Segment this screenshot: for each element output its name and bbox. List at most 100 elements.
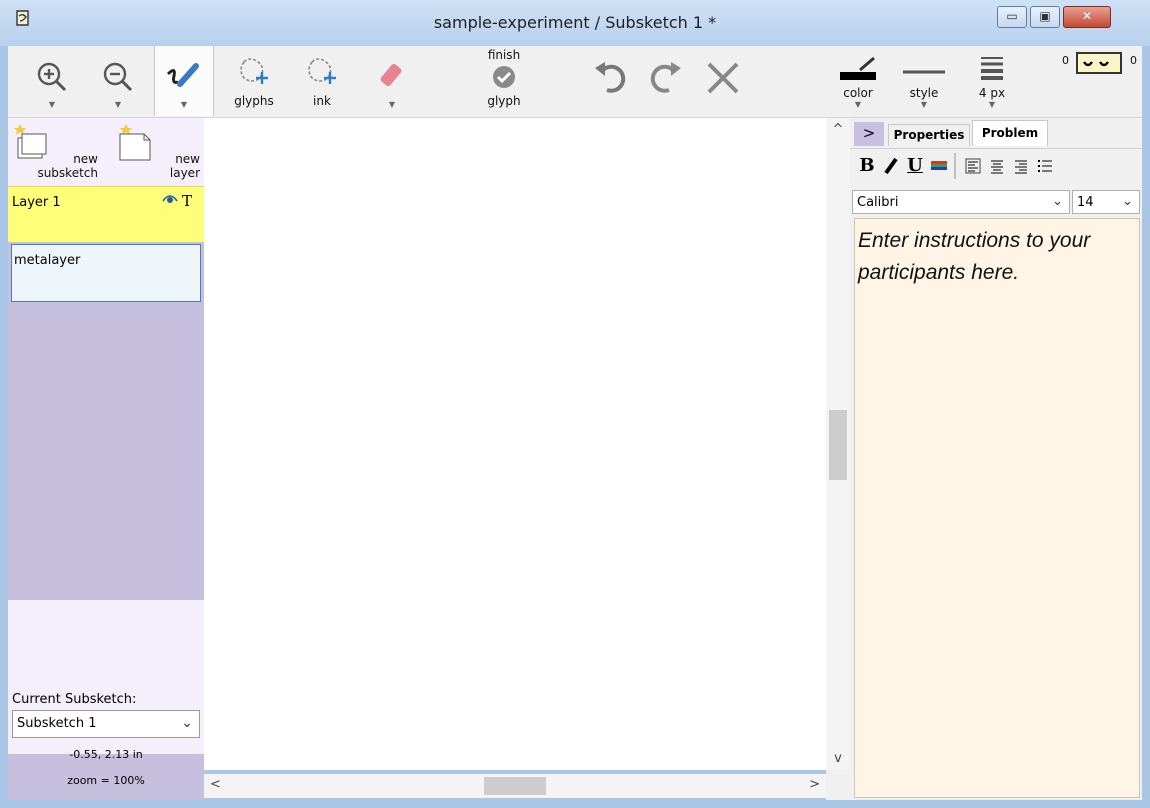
color-label: color — [843, 86, 873, 100]
eraser-icon — [380, 63, 402, 87]
scroll-thumb[interactable] — [484, 777, 546, 795]
title-bar: sample-experiment / Subsketch 1 * ▭ ▣ ✕ — [0, 0, 1150, 46]
glyph-add-icon — [240, 58, 268, 84]
scroll-thumb[interactable] — [829, 410, 847, 480]
underline-button[interactable]: U — [904, 153, 926, 179]
minimize-button[interactable]: ▭ — [997, 6, 1027, 28]
undo-button[interactable] — [586, 46, 636, 116]
layer-name: metalayer — [14, 253, 81, 268]
align-right-button[interactable] — [1010, 153, 1032, 179]
line-style-icon — [903, 70, 945, 74]
color-button[interactable]: color ▼ — [834, 46, 882, 116]
current-subsketch-select[interactable]: Subsketch 1 ⌄ — [12, 710, 200, 738]
new-subsketch-button[interactable]: new subsketch — [10, 122, 100, 182]
close-button[interactable]: ✕ — [1063, 6, 1111, 28]
line-width-icon — [981, 57, 1003, 80]
chevron-down-icon: ▼ — [920, 100, 928, 109]
scroll-down-icon[interactable]: v — [826, 751, 850, 766]
chevron-down-icon: ▼ — [388, 100, 396, 109]
chevron-down-icon: ⌄ — [1052, 194, 1063, 209]
dash-style-icon — [1083, 61, 1109, 67]
zoom-out-button[interactable]: ▼ — [94, 46, 142, 116]
line-width-label: 4 px — [978, 86, 1006, 100]
ink-add-icon — [308, 58, 336, 84]
new-layer-button[interactable]: new layer — [116, 122, 202, 182]
chevron-down-icon: ⌄ — [1122, 194, 1133, 209]
style-label: style — [909, 86, 939, 100]
tab-properties[interactable]: Properties — [888, 124, 970, 146]
font-size-value: 14 — [1077, 195, 1094, 210]
font-family-select[interactable]: Calibri ⌄ — [852, 190, 1070, 214]
redo-button[interactable] — [640, 46, 690, 116]
align-center-button[interactable] — [986, 153, 1008, 179]
current-subsketch-value: Subsketch 1 — [17, 716, 97, 731]
layer-actions: new subsketch new layer — [8, 118, 204, 186]
eraser-button[interactable]: ▼ — [366, 46, 418, 116]
main-toolbar: ▼ ▼ ▼ glyphs ink ▼ finish glyph color ▼ … — [8, 46, 1142, 118]
problem-text-editor[interactable]: Enter instructions to your participants … — [854, 218, 1140, 798]
vertical-scrollbar[interactable]: ^ v — [826, 118, 850, 770]
italic-button[interactable] — [880, 153, 902, 179]
new-layer-icon — [119, 124, 151, 161]
pen-icon — [166, 63, 199, 87]
scroll-corner — [826, 770, 850, 800]
align-left-button[interactable] — [962, 153, 984, 179]
current-subsketch-label: Current Subsketch: — [12, 692, 137, 707]
scroll-left-icon[interactable]: < — [210, 777, 221, 792]
text-color-button[interactable] — [928, 153, 950, 179]
delete-button[interactable] — [698, 46, 748, 116]
finish-glyph-button[interactable]: finish glyph — [476, 46, 532, 116]
chevron-down-icon: ⌄ — [181, 715, 193, 731]
stroke-min-value: 0 — [1062, 54, 1069, 67]
layer-row-layer-1[interactable]: Layer 1 T — [8, 186, 204, 242]
style-button[interactable]: style ▼ — [894, 46, 954, 116]
chevron-down-icon: ▼ — [854, 100, 862, 109]
new-subsketch-line1: new — [73, 152, 98, 166]
bullet-list-icon — [1038, 160, 1052, 172]
new-layer-line2: layer — [169, 166, 200, 180]
italic-icon — [884, 157, 898, 175]
align-center-icon — [991, 160, 1003, 174]
app-window: sample-experiment / Subsketch 1 * ▭ ▣ ✕ … — [0, 0, 1150, 808]
font-size-select[interactable]: 14 ⌄ — [1072, 190, 1140, 214]
layer-row-metalayer[interactable]: metalayer — [11, 244, 201, 302]
bullet-list-button[interactable] — [1034, 153, 1056, 179]
glyphs-button[interactable]: glyphs — [228, 46, 280, 116]
pen-tool-button[interactable]: ▼ — [154, 46, 214, 116]
tab-problem[interactable]: Problem — [972, 120, 1048, 146]
line-width-button[interactable]: 4 px ▼ — [968, 46, 1016, 116]
eye-icon[interactable] — [162, 191, 178, 209]
glyph-label: glyph — [487, 94, 521, 108]
ink-button[interactable]: ink — [296, 46, 348, 116]
scroll-up-icon[interactable]: ^ — [826, 122, 850, 137]
line-preview-box[interactable] — [1076, 52, 1122, 74]
layers-panel: new subsketch new layer Layer 1 T metala… — [8, 118, 204, 800]
cursor-coordinates: -0.55, 2.13 in — [69, 748, 143, 761]
zoom-out-icon — [103, 62, 133, 92]
chevron-down-icon: ▼ — [114, 100, 122, 109]
maximize-button[interactable]: ▣ — [1030, 6, 1060, 28]
bold-button[interactable]: B — [856, 153, 878, 179]
text-layer-icon[interactable]: T — [182, 192, 192, 210]
window-title: sample-experiment / Subsketch 1 * — [433, 13, 717, 32]
chevron-down-icon: ▼ — [988, 100, 996, 109]
scroll-right-icon[interactable]: > — [809, 777, 820, 792]
line-color-icon — [840, 56, 876, 80]
finish-label: finish — [487, 48, 521, 62]
font-row: Calibri ⌄ 14 ⌄ — [850, 188, 1142, 216]
ink-label: ink — [313, 94, 331, 108]
collapse-panel-button[interactable]: > — [854, 122, 884, 146]
glyphs-label: glyphs — [234, 94, 274, 108]
chevron-down-icon: ▼ — [48, 100, 56, 109]
new-subsketch-line2: subsketch — [37, 166, 98, 180]
drawing-canvas[interactable] — [204, 118, 826, 770]
stroke-max-value: 0 — [1130, 54, 1137, 67]
close-icon — [707, 62, 739, 94]
zoom-in-icon — [37, 62, 67, 92]
problem-text: Enter instructions to your participants … — [858, 229, 1091, 284]
tab-strip: > Properties Problem — [850, 118, 1142, 146]
horizontal-scrollbar[interactable]: < > — [204, 774, 826, 798]
zoom-in-button[interactable]: ▼ — [28, 46, 76, 116]
toolbar-divider — [954, 153, 956, 179]
align-left-icon — [965, 158, 981, 174]
